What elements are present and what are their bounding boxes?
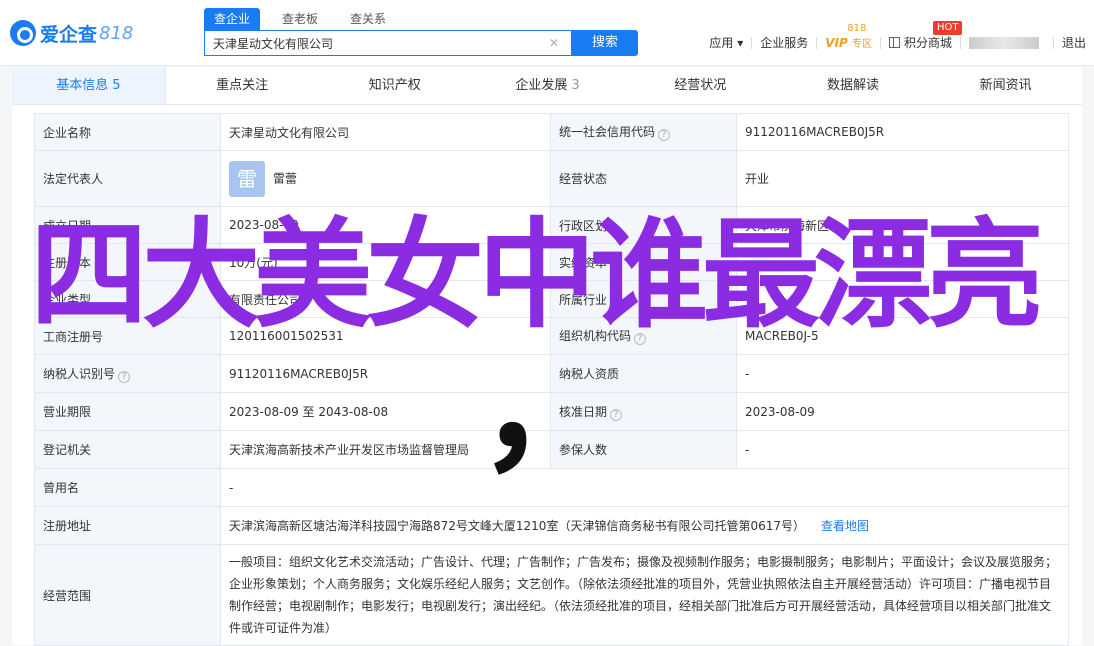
field-label: 经营状态	[550, 150, 737, 207]
search-tab-relation[interactable]: 查关系	[340, 8, 396, 30]
tab-count: 3	[571, 78, 580, 93]
legal-rep-name[interactable]: 雷蕾	[273, 171, 297, 185]
avatar: 雷	[229, 160, 265, 197]
field-value: -	[736, 354, 1069, 393]
field-label: 纳税人识别号?	[34, 354, 221, 393]
field-label: 法定代表人	[34, 150, 221, 207]
tab-label: 重点关注	[216, 78, 269, 93]
search-button[interactable]: 搜索	[572, 30, 638, 56]
nav-enterprise-service[interactable]: 企业服务	[752, 34, 816, 51]
field-value: 2023-08-09	[736, 392, 1069, 431]
view-map-link[interactable]: 查看地图	[821, 519, 869, 533]
search-input[interactable]	[213, 36, 543, 50]
vip-label: VIP	[825, 35, 848, 50]
tab-label: 数据解读	[826, 78, 879, 93]
nav-app[interactable]: 应用 ▾	[701, 34, 751, 51]
tab-label: 经营状况	[674, 78, 727, 93]
field-value: 雷雷蕾	[220, 150, 551, 207]
search-tab-boss[interactable]: 查老板	[272, 8, 328, 30]
field-label-text: 纳税人识别号	[43, 366, 116, 381]
gift-icon	[888, 37, 900, 48]
user-name-blurred	[968, 36, 1039, 49]
tab-label: 知识产权	[368, 78, 421, 93]
logo-number: 818	[99, 22, 134, 44]
nav-points-mall[interactable]: 积分商城 HOT	[881, 21, 963, 51]
tab-ip[interactable]: 知识产权	[318, 67, 471, 104]
table-row: 法定代表人 雷雷蕾 经营状态 开业	[34, 150, 1069, 207]
tab-operation[interactable]: 经营状况	[624, 67, 777, 104]
field-value: 91120116MACREB0J5R	[736, 113, 1069, 151]
tab-label: 企业发展	[515, 78, 568, 93]
top-nav: 应用 ▾ 企业服务 VIP 专区 818 积分商城 HOT 退出	[701, 21, 1094, 51]
table-row: 注册地址 天津滨海高新区塘沽海洋科技园宁海路872号文峰大厦1210室（天津锦信…	[34, 506, 1069, 545]
field-label-text: 统一社会信用代码	[559, 125, 656, 139]
nav-vip[interactable]: VIP 专区 818	[817, 23, 880, 50]
table-row: 企业名称 天津星动文化有限公司 统一社会信用代码? 91120116MACREB…	[34, 113, 1069, 151]
points-mall-label: 积分商城	[903, 36, 952, 50]
vip-tag: 818	[847, 23, 867, 34]
field-label: 统一社会信用代码?	[550, 113, 737, 151]
field-label: 营业期限	[34, 392, 221, 431]
tab-count: 5	[112, 78, 121, 93]
detail-tabs: 基本信息 5 重点关注 知识产权 企业发展 3 经营状况 数据解读 新闻资讯	[12, 67, 1082, 105]
field-label: 曾用名	[34, 468, 221, 507]
nav-app-label: 应用	[709, 36, 734, 50]
help-icon[interactable]: ?	[118, 370, 131, 383]
overlay-comma: ，	[478, 328, 619, 491]
logo[interactable]: 爱企查 818	[10, 20, 133, 46]
logout-link[interactable]: 退出	[1054, 34, 1094, 51]
user-profile[interactable]	[961, 36, 1053, 49]
help-icon[interactable]: ?	[658, 129, 671, 141]
tab-news[interactable]: 新闻资讯	[929, 67, 1082, 104]
top-bar: 爱企查 818 查企业 查老板 查关系 ✕ 搜索 应用 ▾ 企业服务 VIP 专…	[0, 0, 1094, 66]
logo-text: 爱企查	[40, 23, 98, 46]
address-text: 天津滨海高新区塘沽海洋科技园宁海路872号文峰大厦1210室（天津锦信商务秘书有…	[229, 519, 805, 533]
table-row: 经营范围 一般项目：组织文化艺术交流活动；广告设计、代理；广告制作；广告发布；摄…	[34, 544, 1069, 646]
tab-key-focus[interactable]: 重点关注	[166, 67, 319, 104]
field-value: -	[736, 430, 1069, 469]
field-label: 经营范围	[34, 544, 221, 646]
tab-basic-info[interactable]: 基本信息 5	[12, 67, 166, 104]
field-value: 天津滨海高新区塘沽海洋科技园宁海路872号文峰大厦1210室（天津锦信商务秘书有…	[220, 506, 1069, 545]
vip-sub-label: 专区	[851, 39, 872, 50]
tab-data-analysis[interactable]: 数据解读	[777, 67, 930, 104]
field-value: -	[220, 468, 1069, 507]
caret-down-icon: ▾	[737, 35, 744, 50]
tab-label: 新闻资讯	[979, 78, 1032, 93]
field-value: 开业	[736, 150, 1069, 207]
overlay-caption: 四大美女中谁最漂亮	[30, 206, 1044, 344]
logo-icon	[10, 20, 36, 46]
field-value: 天津星动文化有限公司	[220, 113, 551, 151]
tab-development[interactable]: 企业发展 3	[471, 67, 624, 104]
hot-badge: HOT	[932, 21, 963, 35]
search-tabs: 查企业 查老板 查关系	[204, 8, 408, 30]
tab-label: 基本信息	[56, 78, 109, 93]
business-scope-text: 一般项目：组织文化艺术交流活动；广告设计、代理；广告制作；广告发布；摄像及视频制…	[220, 544, 1069, 646]
search-tab-company[interactable]: 查企业	[204, 8, 261, 30]
field-label: 注册地址	[34, 506, 221, 545]
search-box: ✕	[204, 30, 572, 56]
field-label: 企业名称	[34, 113, 221, 151]
field-label: 登记机关	[34, 430, 221, 469]
clear-icon[interactable]: ✕	[549, 36, 559, 50]
